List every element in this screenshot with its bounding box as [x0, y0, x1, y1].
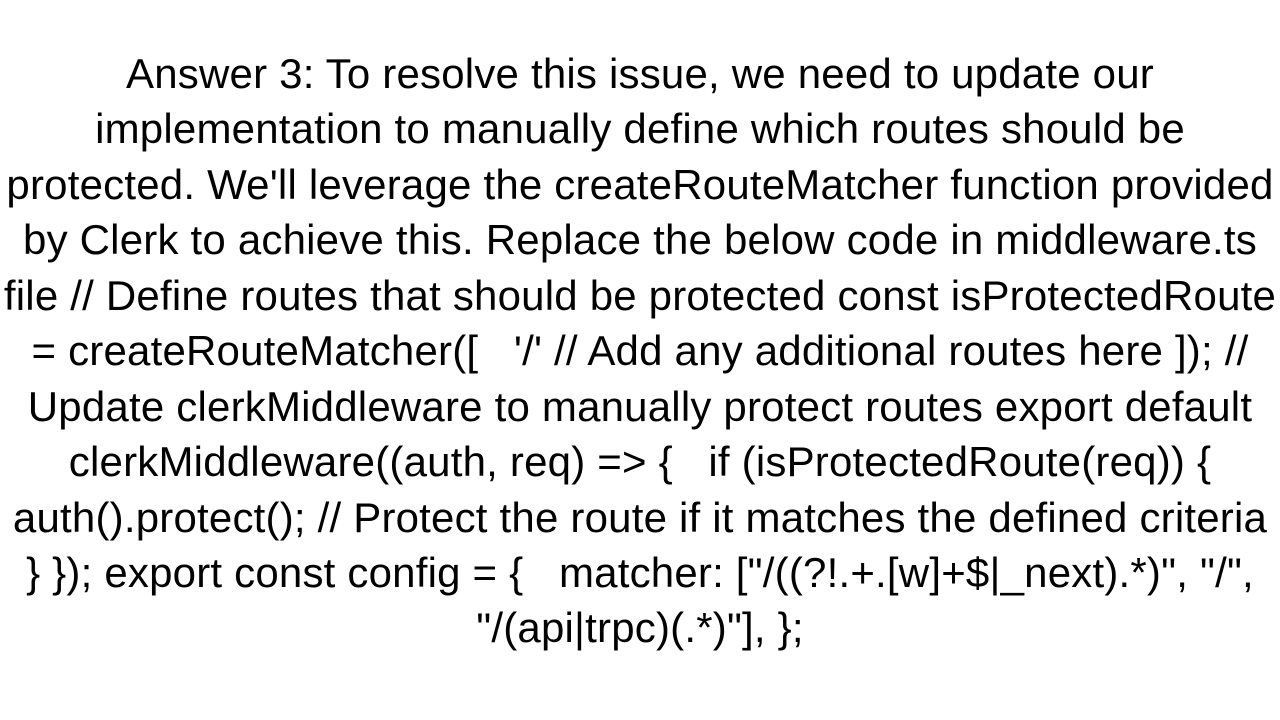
answer-text: Answer 3: To resolve this issue, we need…: [0, 42, 1280, 656]
document-content: Answer 3: To resolve this issue, we need…: [0, 0, 1280, 720]
